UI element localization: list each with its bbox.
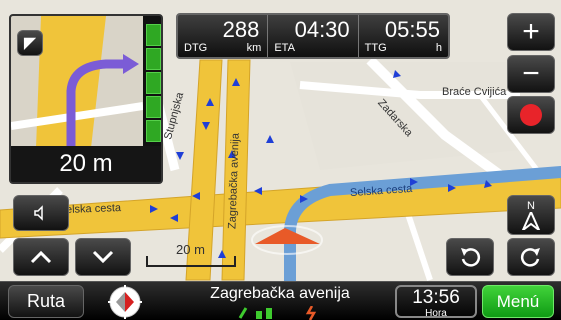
street-label-braca: Braće Cvijića xyxy=(442,86,507,98)
time-label: Hora xyxy=(425,308,447,319)
compass-icon[interactable] xyxy=(107,284,143,320)
zoom-out-label: − xyxy=(522,57,540,90)
current-time: 13:56 xyxy=(412,287,460,308)
current-time-box[interactable]: 13:56 Hora xyxy=(395,285,477,319)
expand-icon: ◤ xyxy=(23,35,37,52)
rotate-left-icon xyxy=(461,248,481,267)
tilt-down-button[interactable] xyxy=(75,238,131,276)
menu-label: Menú xyxy=(496,291,540,311)
eta-value: 04:30 xyxy=(294,17,350,42)
lane-guidance-icons xyxy=(238,306,317,320)
street-label-selska-left: elska cesta xyxy=(65,202,122,216)
tilt-up-button[interactable] xyxy=(13,238,69,276)
dtg-unit: km xyxy=(246,42,262,54)
record-button[interactable] xyxy=(507,96,555,134)
record-icon xyxy=(520,104,542,126)
turn-distance: 20 m xyxy=(11,146,161,182)
rotate-right-button[interactable] xyxy=(507,238,555,276)
route-button[interactable]: Ruta xyxy=(8,285,84,318)
north-label: N xyxy=(527,200,535,212)
eta-label: ETA xyxy=(274,42,295,54)
trip-info-bar[interactable]: 288 DTG km 04:30 ETA 05:55 TTG h xyxy=(176,13,450,59)
eta-box[interactable]: 04:30 ETA xyxy=(268,15,359,57)
ttg-label: TTG xyxy=(364,42,387,54)
gps-signal-indicator xyxy=(146,24,161,146)
north-arrow-icon xyxy=(521,212,541,230)
ttg-unit: h xyxy=(435,42,442,54)
speaker-icon xyxy=(34,205,43,221)
current-street-name: Zagrebačka avenija xyxy=(210,285,350,302)
zoom-out-button[interactable]: − xyxy=(507,55,555,93)
route-label: Ruta xyxy=(26,291,66,311)
turn-preview-panel[interactable]: ◤ 20 m xyxy=(9,14,163,184)
expand-button[interactable]: ◤ xyxy=(17,30,43,56)
dtg-label: DTG xyxy=(184,42,208,54)
dtg-value: 288 xyxy=(222,17,260,42)
chevron-up-icon xyxy=(30,250,52,264)
chevron-down-icon xyxy=(92,250,114,264)
bottom-bar: Ruta Zagrebačka avenija 13:56 Hora Menú xyxy=(0,281,561,320)
north-up-button[interactable]: N xyxy=(507,195,555,235)
rotate-left-button[interactable] xyxy=(446,238,494,276)
zoom-in-button[interactable]: + xyxy=(507,13,555,51)
ttg-value: 05:55 xyxy=(384,17,440,42)
menu-button[interactable]: Menú xyxy=(482,285,554,318)
dtg-box[interactable]: 288 DTG km xyxy=(178,15,269,57)
ttg-box[interactable]: 05:55 TTG h xyxy=(359,15,448,57)
rotate-right-icon xyxy=(520,248,540,267)
zoom-in-label: + xyxy=(522,15,540,48)
scale-label: 20 m xyxy=(176,242,205,257)
volume-button[interactable] xyxy=(13,195,69,231)
